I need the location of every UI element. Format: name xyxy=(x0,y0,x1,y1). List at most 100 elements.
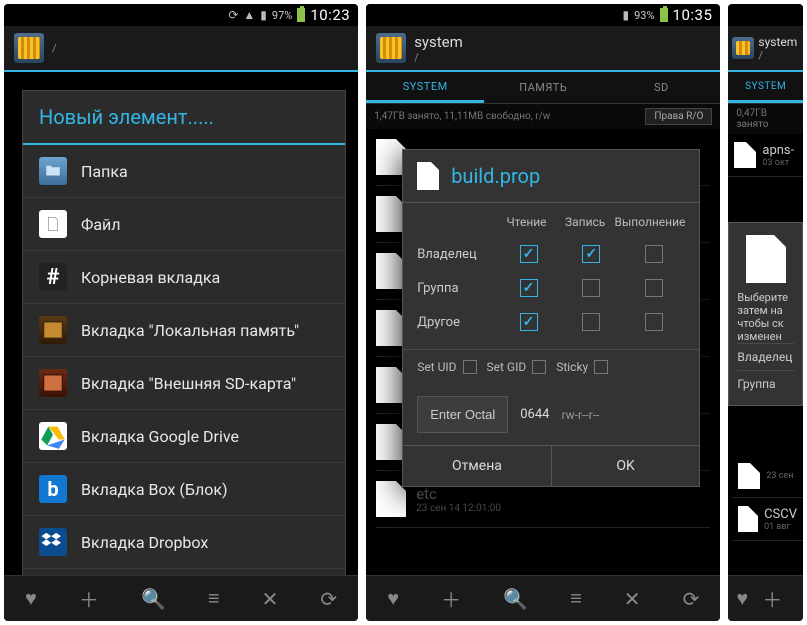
add-icon[interactable]: ＋ xyxy=(79,584,99,613)
app-header: system / xyxy=(728,26,803,72)
flag-sticky[interactable]: Sticky xyxy=(556,360,608,374)
file-row[interactable]: 23 сен xyxy=(732,455,803,498)
tab-memory[interactable]: ПАМЯТЬ xyxy=(484,72,602,103)
favorite-icon[interactable]: ♥ xyxy=(736,586,748,611)
col-write: Запись xyxy=(565,215,605,229)
sort-icon[interactable]: ≡ xyxy=(570,586,582,611)
sync-icon: ⟳ xyxy=(228,8,238,22)
file-row[interactable]: apns- 03 окт xyxy=(728,134,803,177)
app-icon xyxy=(376,33,406,63)
google-drive-icon xyxy=(39,422,67,450)
menu-item-box[interactable]: b Вкладка Box (Блок) xyxy=(23,463,345,516)
bottom-toolbar: ♥ ＋ xyxy=(728,575,803,621)
checkbox-group-execute[interactable] xyxy=(645,279,663,297)
battery-percent: 93% xyxy=(634,9,654,22)
refresh-icon[interactable]: ⟳ xyxy=(320,587,337,611)
menu-item-sd-card[interactable]: Вкладка "Внешняя SD-карта" xyxy=(23,357,345,410)
box-icon: b xyxy=(39,475,67,503)
file-date: 01 авг xyxy=(764,522,797,532)
checkbox-owner-write[interactable] xyxy=(582,245,600,263)
menu-item-root-tab[interactable]: # Корневая вкладка xyxy=(23,251,345,304)
search-icon[interactable]: 🔍 xyxy=(503,587,528,611)
tab-sd[interactable]: SD xyxy=(602,72,720,103)
row-group: Группа xyxy=(417,281,497,296)
status-time: 10:23 xyxy=(310,6,350,24)
add-icon[interactable]: ＋ xyxy=(441,584,461,613)
checkbox-group-read[interactable] xyxy=(520,279,538,297)
status-bar xyxy=(728,4,803,26)
flag-setuid[interactable]: Set UID xyxy=(417,360,476,374)
header-title: system xyxy=(414,33,463,51)
app-icon xyxy=(14,33,44,63)
status-bar: ▮ 93% 10:35 xyxy=(366,4,720,26)
local-storage-icon xyxy=(39,316,67,344)
storage-text: 1,47ГВ занято, 11,11МВ свободно, r/w xyxy=(374,111,550,122)
enter-octal-button[interactable]: Enter Octal xyxy=(417,396,508,433)
storage-text: 0,47ГВ занято xyxy=(736,108,795,130)
cancel-button[interactable]: Отмена xyxy=(403,446,552,486)
dialog-title: build.prop xyxy=(451,164,540,188)
partial-dialog: Выберите затем на чтобы ск изменен Владе… xyxy=(728,222,803,406)
rights-toggle[interactable]: Права R/O xyxy=(645,108,712,125)
menu-item-folder[interactable]: Папка xyxy=(23,145,345,198)
bottom-toolbar: ♥ ＋ 🔍 ≡ ✕ ⟳ xyxy=(4,575,358,621)
status-bar: ⟳ ▲ ▮ 97% 10:23 xyxy=(4,4,358,26)
file-row[interactable]: CSCV 01 авг xyxy=(732,498,803,541)
row-owner: Владелец xyxy=(737,343,794,370)
flag-setgid[interactable]: Set GID xyxy=(487,360,547,374)
file-name: apns- xyxy=(762,143,794,158)
search-icon[interactable]: 🔍 xyxy=(141,587,166,611)
menu-item-google-drive[interactable]: Вкладка Google Drive xyxy=(23,410,345,463)
file-date: 03 окт xyxy=(762,158,794,168)
dropbox-icon xyxy=(39,528,67,556)
header-path: / xyxy=(414,51,463,64)
checkbox-other-execute[interactable] xyxy=(645,313,663,331)
row-owner: Владелец xyxy=(417,247,497,262)
favorite-icon[interactable]: ♥ xyxy=(25,586,37,611)
col-execute: Выполнение xyxy=(614,215,685,229)
app-header: / xyxy=(4,26,358,72)
add-icon[interactable]: ＋ xyxy=(762,584,782,613)
file-icon xyxy=(417,162,439,190)
menu-item-local-memory[interactable]: Вкладка "Локальная память" xyxy=(23,304,345,357)
menu-item-label: Вкладка "Внешняя SD-карта" xyxy=(81,374,296,393)
menu-item-label: Вкладка "Локальная память" xyxy=(81,321,299,340)
checkbox-other-write[interactable] xyxy=(582,313,600,331)
ok-button[interactable]: OK xyxy=(552,446,700,486)
file-icon xyxy=(738,463,760,489)
reject-icon[interactable]: ✕ xyxy=(262,587,279,611)
tab-system[interactable]: SYSTEM xyxy=(728,72,803,103)
menu-item-file[interactable]: Файл xyxy=(23,198,345,251)
header-path: / xyxy=(758,49,797,62)
refresh-icon[interactable]: ⟳ xyxy=(683,587,700,611)
checkbox-owner-read[interactable] xyxy=(520,245,538,263)
menu-item-label: Вкладка Dropbox xyxy=(81,533,208,552)
favorite-icon[interactable]: ♥ xyxy=(387,586,399,611)
storage-info: 0,47ГВ занято xyxy=(728,104,803,134)
sort-icon[interactable]: ≡ xyxy=(208,586,220,611)
battery-percent: 97% xyxy=(272,9,292,22)
tab-system[interactable]: SYSTEM xyxy=(366,72,484,103)
wifi-icon: ▲ xyxy=(243,8,255,22)
file-date: 23 сен 14 12:01:00 xyxy=(416,503,501,514)
menu-item-label: Папка xyxy=(81,162,128,181)
header-path: / xyxy=(52,42,57,55)
file-name: CSCV xyxy=(764,507,797,522)
file-icon xyxy=(734,142,756,168)
reject-icon[interactable]: ✕ xyxy=(624,587,641,611)
hash-icon: # xyxy=(39,263,67,291)
app-header: system / xyxy=(366,26,720,72)
sd-card-icon xyxy=(39,369,67,397)
file-icon xyxy=(746,235,786,283)
menu-item-dropbox[interactable]: Вкладка Dropbox xyxy=(23,516,345,569)
permissions-dialog: build.prop Чтение Запись Выполнение Влад… xyxy=(402,149,700,487)
checkbox-other-read[interactable] xyxy=(520,313,538,331)
status-time: 10:35 xyxy=(673,6,713,24)
file-date: 23 сен xyxy=(766,471,793,481)
menu-item-label: Корневая вкладка xyxy=(81,268,220,287)
menu-item-label: Файл xyxy=(81,215,121,234)
checkbox-group-write[interactable] xyxy=(582,279,600,297)
signal-icon: ▮ xyxy=(622,8,629,22)
checkbox-owner-execute[interactable] xyxy=(645,245,663,263)
row-other: Другое xyxy=(417,315,497,330)
